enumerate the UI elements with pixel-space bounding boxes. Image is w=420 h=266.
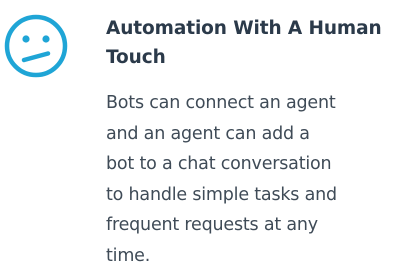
feature-description-line: time. [106,245,151,266]
feature-title-line: Automation With A Human [106,18,382,39]
feature-title-line: Touch [106,47,166,68]
feature-card: Automation With A Human Touch Bots can c… [0,0,420,266]
feature-description-line: bot to a chat conversation [106,154,332,174]
feature-description-line: Bots can connect an agent [106,93,336,113]
feature-description-line: to handle simple tasks and [106,184,337,205]
feature-description: Bots can connect an agent and an agent c… [106,88,418,266]
confused-face-icon [2,12,70,80]
feature-title: Automation With A Human Touch [106,14,418,72]
feature-content: Automation With A Human Touch Bots can c… [106,14,418,266]
feature-description-line: and an agent can add a [106,123,310,144]
feature-description-line: frequent requests at any [106,215,318,235]
